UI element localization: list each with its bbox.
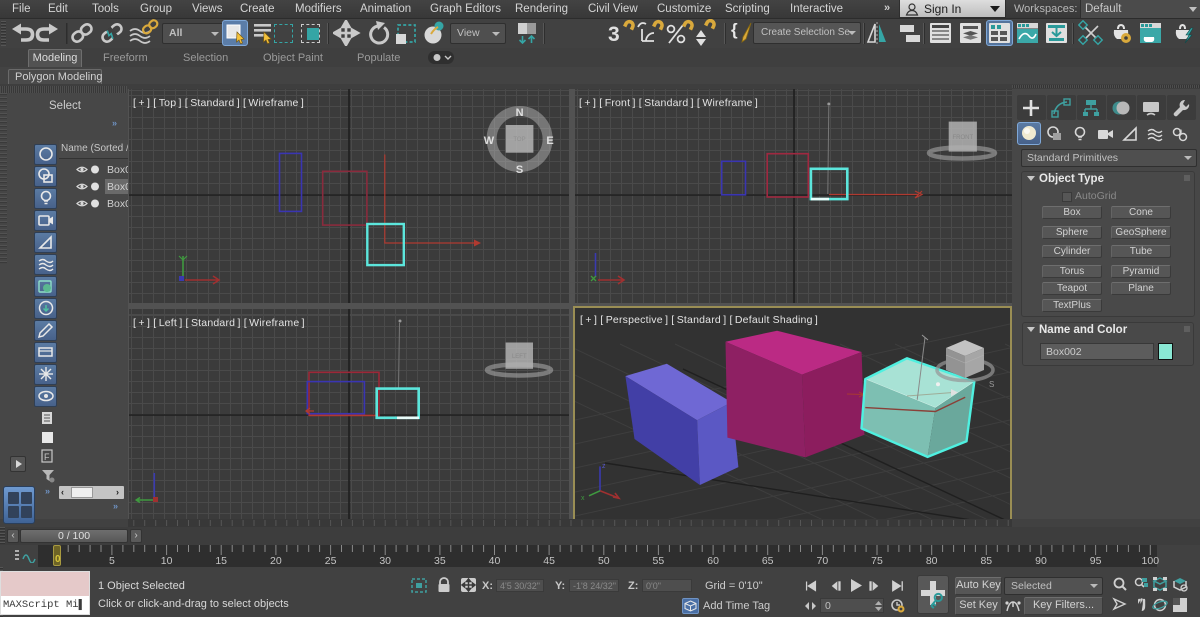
svg-text:50: 50 bbox=[598, 555, 610, 567]
svg-text:LEFT: LEFT bbox=[512, 354, 527, 360]
svg-text:N: N bbox=[516, 107, 524, 119]
svg-text:S: S bbox=[989, 380, 994, 389]
svg-text:F: F bbox=[44, 452, 50, 462]
svg-text:TOP: TOP bbox=[513, 137, 525, 143]
svg-text:100: 100 bbox=[1142, 555, 1160, 567]
svg-text:65: 65 bbox=[762, 555, 774, 567]
svg-text:60: 60 bbox=[707, 555, 719, 567]
svg-text:45: 45 bbox=[543, 555, 555, 567]
svg-text:30: 30 bbox=[379, 555, 391, 567]
svg-text:20: 20 bbox=[270, 555, 282, 567]
svg-text:80: 80 bbox=[926, 555, 938, 567]
svg-text:85: 85 bbox=[980, 555, 992, 567]
svg-text:FRONT: FRONT bbox=[952, 135, 973, 141]
svg-text:35: 35 bbox=[434, 555, 446, 567]
svg-text:10: 10 bbox=[161, 555, 173, 567]
svg-text:15: 15 bbox=[215, 555, 227, 567]
svg-text:x: x bbox=[581, 495, 585, 502]
svg-text:95: 95 bbox=[1090, 555, 1102, 567]
svg-text:5: 5 bbox=[109, 555, 115, 567]
svg-text:90: 90 bbox=[1035, 555, 1047, 567]
svg-text:z: z bbox=[602, 463, 606, 470]
svg-text:3: 3 bbox=[608, 23, 620, 46]
svg-text:S: S bbox=[516, 164, 523, 176]
svg-text:E: E bbox=[546, 135, 553, 147]
svg-text:70: 70 bbox=[817, 555, 829, 567]
svg-text:55: 55 bbox=[653, 555, 665, 567]
svg-text:75: 75 bbox=[871, 555, 883, 567]
svg-text:40: 40 bbox=[489, 555, 501, 567]
svg-text:25: 25 bbox=[325, 555, 337, 567]
svg-text:W: W bbox=[484, 135, 495, 147]
